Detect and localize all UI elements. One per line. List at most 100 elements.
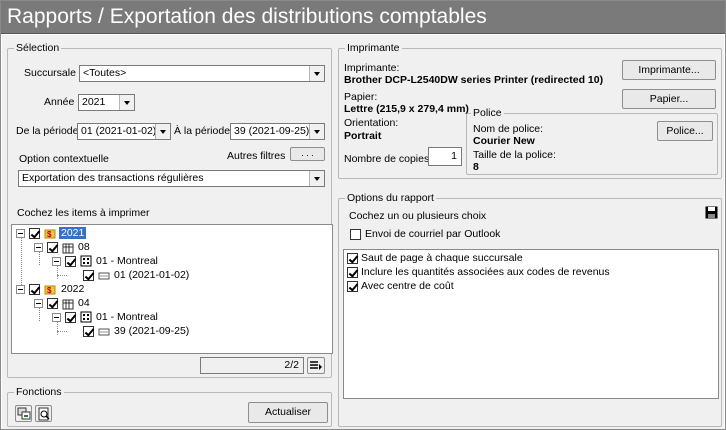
context-option-select[interactable]: Exportation des transactions régulières — [18, 170, 325, 187]
font-size-label: Taille de la police: — [473, 149, 556, 161]
svg-text:$: $ — [47, 286, 52, 295]
report-option-item[interactable]: Saut de page à chaque succursale — [344, 252, 716, 266]
tree-line — [57, 265, 58, 279]
printer-label: Imprimante: — [344, 62, 400, 74]
report-options-group: Options du rapport Cochez un ou plusieur… — [338, 192, 722, 427]
paper-button[interactable]: Papier... — [622, 89, 716, 109]
orientation-label: Orientation: — [344, 117, 399, 129]
font-name-label: Nom de police: — [473, 123, 544, 135]
report-option-label: Saut de page à chaque succursale — [361, 252, 523, 264]
document-icon — [98, 272, 110, 280]
refresh-button[interactable]: Actualiser — [248, 402, 328, 423]
year-value: 2021 — [82, 96, 106, 108]
functions-legend: Fonctions — [14, 386, 64, 398]
tree-checkbox[interactable] — [47, 298, 58, 309]
tree-line — [57, 321, 58, 335]
tree-line — [39, 251, 40, 265]
context-option-value: Exportation des transactions régulières — [22, 172, 204, 184]
items-tree[interactable]: $ 2021 08 01 - Montreal 01 (2021-01-02) … — [11, 224, 333, 354]
calendar-icon — [62, 299, 74, 310]
calendar-icon — [62, 243, 74, 254]
collapse-icon[interactable] — [16, 229, 25, 238]
collapse-icon[interactable] — [52, 257, 61, 266]
tree-checkbox[interactable] — [29, 228, 40, 239]
title-bar: Rapports / Exportation des distributions… — [1, 1, 725, 34]
printer-legend: Imprimante — [345, 42, 402, 54]
to-period-value: 39 (2021-09-25) — [234, 125, 310, 137]
tree-label-text: 08 — [78, 241, 90, 253]
preview-button[interactable] — [35, 405, 52, 422]
branch-dropdown-icon[interactable] — [309, 66, 324, 81]
font-group: Police Nom de police: Courier New Taille… — [466, 107, 718, 175]
font-size-value: 8 — [473, 161, 479, 173]
copies-input[interactable]: 1 — [428, 147, 462, 166]
outlook-checkbox[interactable] — [350, 229, 361, 240]
from-period-value: 01 (2021-01-02) — [81, 125, 157, 137]
collapse-icon[interactable] — [34, 243, 43, 252]
copies-label: Nombre de copies: — [344, 153, 433, 165]
tree-checkbox[interactable] — [65, 312, 76, 323]
report-option-checkbox[interactable] — [347, 253, 358, 264]
font-button[interactable]: Police... — [657, 121, 713, 141]
print-preview-icon — [38, 407, 50, 421]
tree-line — [57, 275, 67, 276]
dollar-folder-icon: $ — [44, 285, 56, 295]
tree-label-text: 04 — [78, 297, 90, 309]
tree-label-text: 2022 — [61, 283, 85, 295]
context-option-dropdown-icon[interactable] — [309, 171, 324, 186]
report-option-checkbox[interactable] — [347, 267, 358, 278]
context-option-label: Option contextuelle — [19, 153, 109, 165]
tree-checkbox[interactable] — [65, 256, 76, 267]
tree-label-text: 39 (2021-09-25) — [114, 325, 190, 337]
tree-checkbox[interactable] — [47, 242, 58, 253]
report-options-legend: Options du rapport — [345, 192, 436, 204]
other-filters-button[interactable]: . . . — [290, 147, 325, 161]
orientation-value: Portrait — [344, 130, 382, 142]
tree-label: Cochez les items à imprimer — [17, 207, 150, 219]
collapse-icon[interactable] — [34, 299, 43, 308]
paper-value: Lettre (215,9 x 279,4 mm) — [344, 103, 469, 115]
from-period-label: De la période — [16, 125, 79, 137]
to-period-dropdown-icon[interactable] — [309, 124, 324, 139]
report-option-label: Avec centre de coût — [361, 280, 454, 292]
building-icon — [80, 311, 92, 323]
year-dropdown-icon[interactable] — [119, 95, 134, 110]
other-filters-label: Autres filtres — [227, 150, 286, 162]
font-legend: Police — [471, 107, 504, 119]
export-button[interactable] — [15, 405, 32, 422]
outlook-label[interactable]: Envoi de courriel par Outlook — [365, 228, 500, 240]
report-option-label: Inclure les quantités associées aux code… — [361, 266, 610, 278]
tree-label-text: 2021 — [59, 227, 87, 239]
window-title: Rapports / Exportation des distributions… — [7, 5, 487, 28]
report-option-item[interactable]: Inclure les quantités associées aux code… — [344, 266, 716, 280]
report-options-list[interactable]: Saut de page à chaque succursale Inclure… — [343, 249, 719, 399]
document-icon — [98, 328, 110, 336]
svg-text:$: $ — [47, 230, 52, 239]
report-option-checkbox[interactable] — [347, 281, 358, 292]
year-select[interactable]: 2021 — [78, 94, 135, 111]
to-period-select[interactable]: 39 (2021-09-25) — [230, 123, 325, 140]
selection-legend: Sélection — [14, 42, 62, 54]
from-period-select[interactable]: 01 (2021-01-02) — [77, 123, 171, 140]
font-name-value: Courier New — [473, 135, 535, 147]
tree-options-button[interactable] — [307, 357, 325, 374]
report-options-instruction: Cochez un ou plusieurs choix — [349, 210, 487, 222]
printer-group: Imprimante Imprimante: Brother DCP-L2540… — [338, 42, 722, 179]
tree-checkbox[interactable] — [29, 284, 40, 295]
from-period-dropdown-icon[interactable] — [155, 124, 170, 139]
export-icon — [17, 407, 30, 420]
tree-label-text: 01 - Montreal — [96, 311, 158, 323]
selection-group: Sélection Succursale <Toutes> Année 2021… — [7, 42, 333, 378]
tree-checkbox[interactable] — [83, 326, 94, 337]
collapse-icon[interactable] — [16, 285, 25, 294]
tree-checkbox[interactable] — [83, 270, 94, 281]
to-period-label: À la période — [174, 125, 231, 137]
collapse-icon[interactable] — [52, 313, 61, 322]
year-label: Année — [44, 96, 75, 108]
save-icon[interactable] — [705, 206, 718, 219]
branch-select[interactable]: <Toutes> — [79, 65, 325, 82]
printer-button[interactable]: Imprimante... — [622, 60, 716, 80]
main-window: Rapports / Exportation des distributions… — [0, 0, 726, 430]
branch-value: <Toutes> — [83, 67, 127, 79]
report-option-item[interactable]: Avec centre de coût — [344, 280, 716, 294]
